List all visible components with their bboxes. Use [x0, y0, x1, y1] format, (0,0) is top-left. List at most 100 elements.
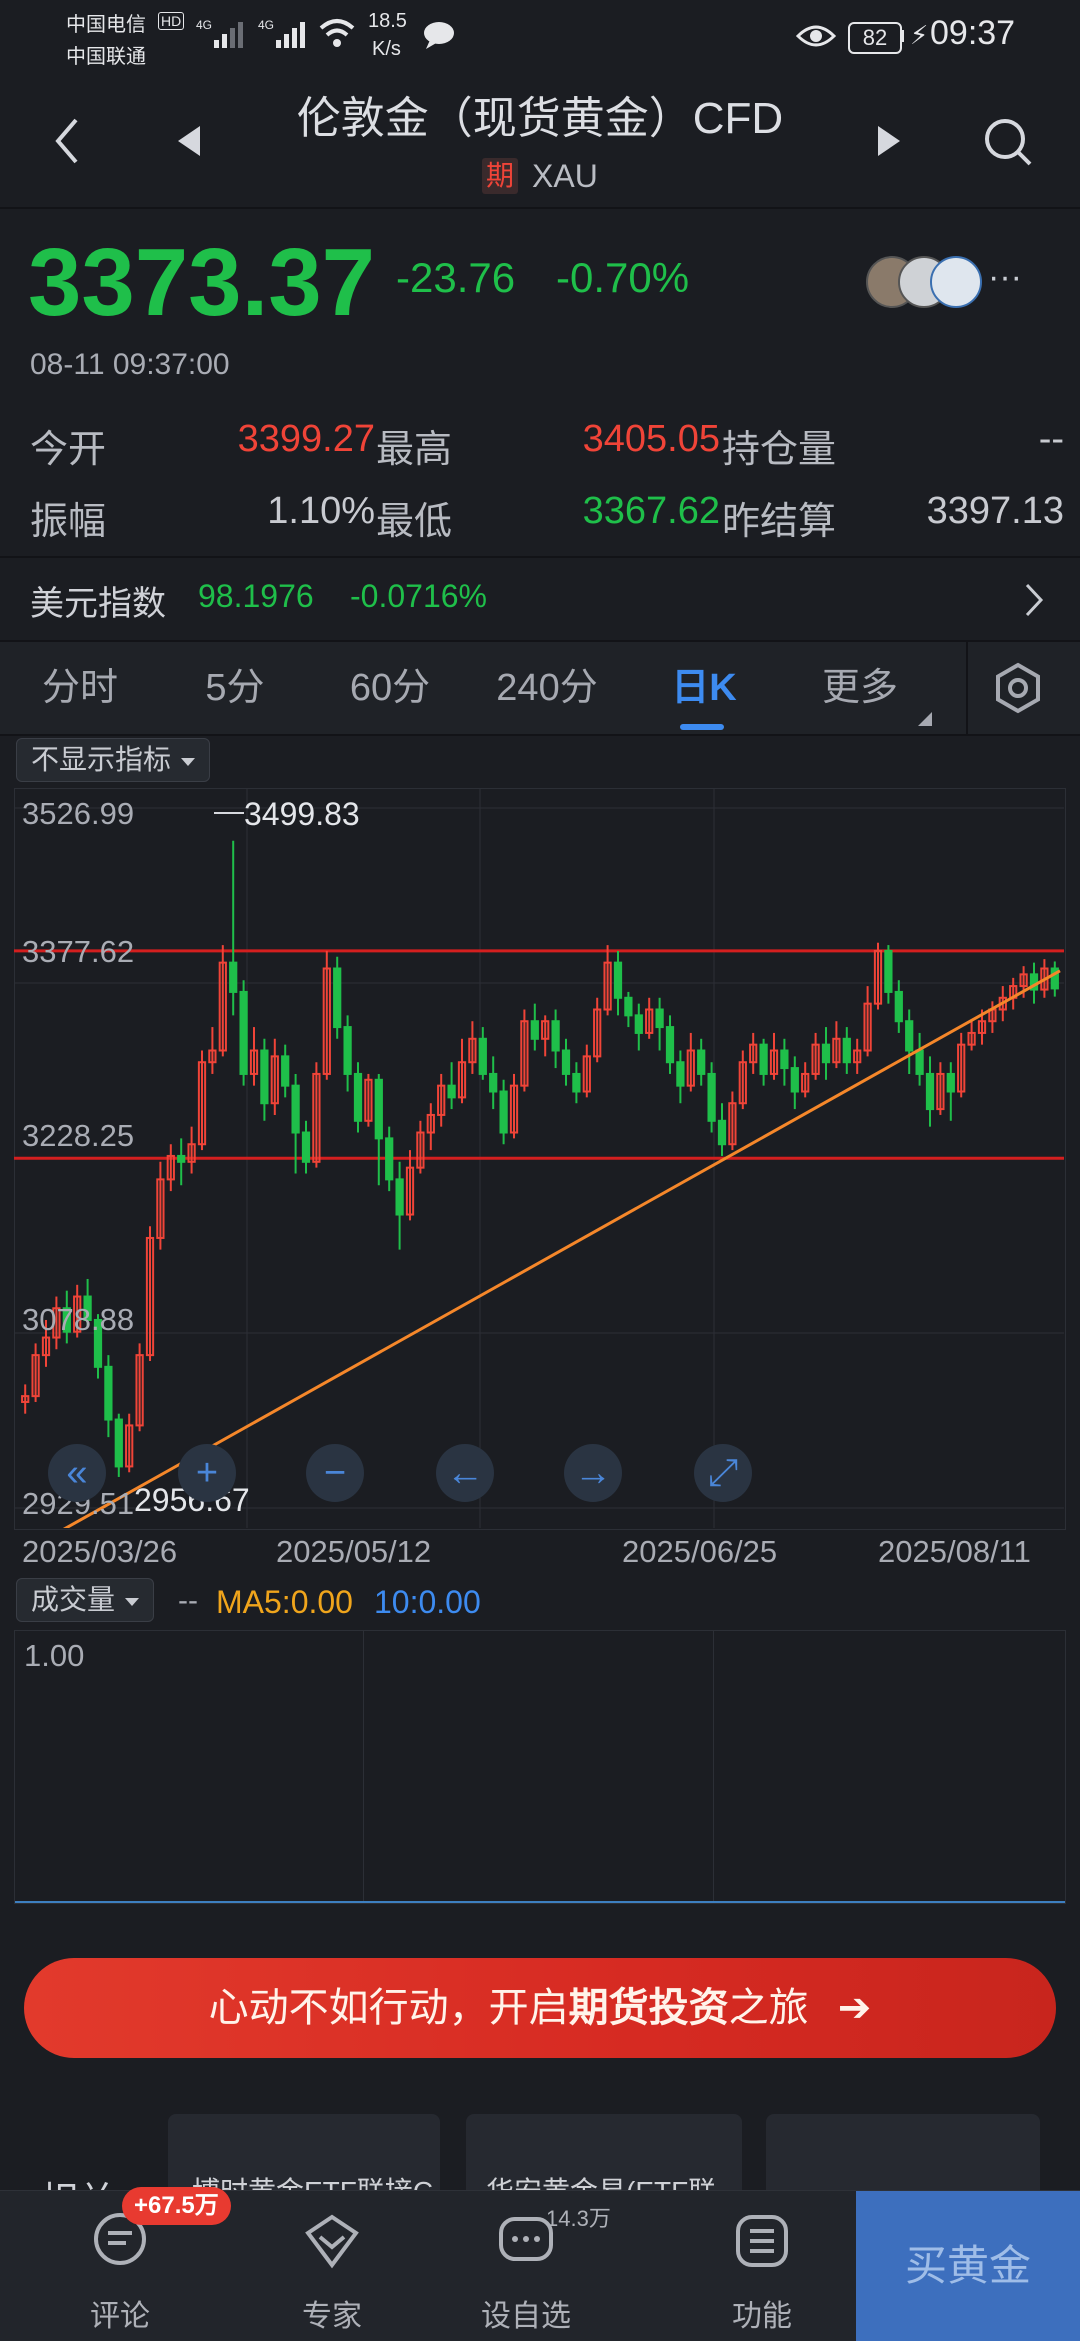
candle-body — [374, 1078, 383, 1140]
stat-label-amplitude: 振幅 — [30, 501, 107, 543]
hd-badge: HD — [158, 12, 185, 30]
nav-expert[interactable]: 专家 — [252, 2191, 412, 2341]
usd-index-label: 美元指数 — [30, 585, 166, 623]
settings-icon[interactable] — [992, 662, 1044, 714]
next-instrument-icon[interactable] — [876, 124, 902, 158]
candle-body — [759, 1043, 768, 1075]
watch-count: 14.3万 — [546, 2206, 611, 2231]
app-header: 伦敦金（现货黄金）CFD 期 XAU — [0, 72, 1080, 209]
candle-body — [697, 1049, 706, 1075]
candle-body — [499, 1090, 508, 1134]
active-tab-indicator — [680, 724, 724, 730]
chevron-down-icon — [125, 1597, 140, 1606]
nav-comment-label: 评论 — [90, 2300, 150, 2333]
x-tick-label: 2025/08/11 — [878, 1534, 1031, 1569]
candle-body — [478, 1037, 487, 1075]
eye-icon — [796, 25, 836, 47]
candle-body — [239, 990, 248, 1075]
kline-chart[interactable] — [14, 788, 1064, 1528]
candle-body — [177, 1154, 186, 1163]
candle-body — [260, 1049, 269, 1105]
x-tick-label: 2025/05/12 — [276, 1534, 432, 1569]
avatar[interactable] — [930, 256, 982, 308]
price-change: -23.76 — [396, 254, 516, 301]
stats-grid: 今开 3399.27 最高 3405.05 持仓量 -- 振幅 1.10% 最低… — [30, 418, 1064, 568]
candle-body — [842, 1037, 851, 1064]
candle-body — [894, 990, 903, 1023]
candle-body — [385, 1137, 394, 1181]
volume-dropdown[interactable]: 成交量 — [16, 1578, 155, 1622]
candle-body — [291, 1084, 300, 1134]
more-icon[interactable]: ··· — [988, 258, 1022, 297]
buy-gold-button[interactable]: 买黄金 — [856, 2191, 1080, 2341]
stat-value-prev-settle: 3397.13 — [926, 490, 1064, 532]
menu-icon — [736, 2215, 788, 2267]
prev-instrument-icon[interactable] — [176, 124, 202, 158]
expert-icon — [305, 2214, 359, 2269]
last-price: 3373.37 — [28, 229, 376, 336]
candle-body — [655, 1008, 664, 1029]
stat-value-amplitude: 1.10% — [267, 490, 375, 532]
chevron-right-icon — [1025, 583, 1044, 617]
candle-body — [395, 1178, 404, 1216]
search-icon[interactable] — [982, 116, 1034, 168]
zoom-out-button[interactable]: − — [306, 1444, 364, 1502]
tab-more[interactable]: 更多 — [800, 642, 920, 734]
tab-daily-k[interactable]: 日K — [644, 642, 764, 734]
volume-chart-frame — [14, 1630, 1066, 1904]
futures-badge: 期 — [482, 158, 518, 194]
candle-body — [333, 967, 342, 1029]
indicator-dropdown[interactable]: 不显示指标 — [16, 738, 211, 782]
trend-line — [62, 969, 1061, 1528]
indicator-dropdown-label: 不显示指标 — [31, 744, 172, 775]
volume-ma10: 10:0.00 — [374, 1584, 481, 1620]
comment-count-badge: +67.5万 — [122, 2187, 231, 2225]
nav-expert-label: 专家 — [302, 2300, 362, 2333]
net-speed-unit: K/s — [372, 38, 401, 60]
candle-body — [281, 1055, 290, 1087]
chevron-down-icon — [181, 757, 196, 766]
battery-icon: 82 — [848, 22, 902, 54]
nav-functions-label: 功能 — [732, 2300, 792, 2333]
more-corner-icon — [918, 712, 932, 726]
tab-240min[interactable]: 240分 — [482, 642, 612, 734]
candle-body — [104, 1365, 113, 1421]
charging-icon: ⚡ — [910, 20, 929, 50]
stat-value-open: 3399.27 — [237, 418, 375, 460]
clock: 09:37 — [930, 14, 1016, 52]
candle-body — [717, 1119, 727, 1146]
tab-intraday[interactable]: 分时 — [20, 642, 140, 734]
stat-label-low: 最低 — [376, 501, 453, 543]
stat-value-high: 3405.05 — [582, 418, 720, 460]
y-tick-label: 3078.88 — [22, 1302, 135, 1337]
candle-body — [561, 1049, 571, 1075]
tab-60min[interactable]: 60分 — [330, 642, 450, 734]
nav-functions[interactable]: 功能 — [682, 2191, 842, 2341]
pan-right-button[interactable]: → — [564, 1444, 622, 1502]
futures-promo-banner[interactable]: 心动不如行动，开启期货投资之旅 ➔ — [24, 1958, 1056, 2058]
signal-icon — [214, 22, 243, 48]
volume-baseline — [15, 1901, 1065, 1903]
usd-index-row[interactable]: 美元指数 98.1976 -0.0716% — [0, 556, 1080, 640]
candle-body — [905, 1020, 914, 1052]
candle-body — [676, 1061, 685, 1087]
page-title: 伦敦金（现货黄金）CFD — [296, 94, 784, 143]
stat-label-open-interest: 持仓量 — [722, 429, 837, 471]
usd-index-value: 98.1976 — [198, 578, 314, 614]
candle-body — [447, 1084, 456, 1099]
price-change-pct: -0.70% — [556, 254, 690, 301]
reset-zoom-button[interactable]: ⤢ — [694, 1444, 752, 1502]
grid-line — [713, 1631, 714, 1903]
max-price-label: 3499.83 — [244, 796, 360, 832]
candle-body — [530, 1020, 539, 1040]
candle-body — [353, 1072, 363, 1122]
zoom-in-button[interactable]: + — [178, 1444, 236, 1502]
back-icon[interactable] — [52, 116, 82, 166]
net-type-2: 4G — [258, 18, 275, 32]
arrow-right-icon: ➔ — [837, 1986, 872, 2030]
volume-dropdown-label: 成交量 — [31, 1584, 116, 1615]
candle-body — [780, 1049, 789, 1070]
pan-left-button[interactable]: ← — [436, 1444, 494, 1502]
tab-5min[interactable]: 5分 — [175, 642, 295, 734]
zoom-fast-back-button[interactable]: « — [48, 1444, 106, 1502]
